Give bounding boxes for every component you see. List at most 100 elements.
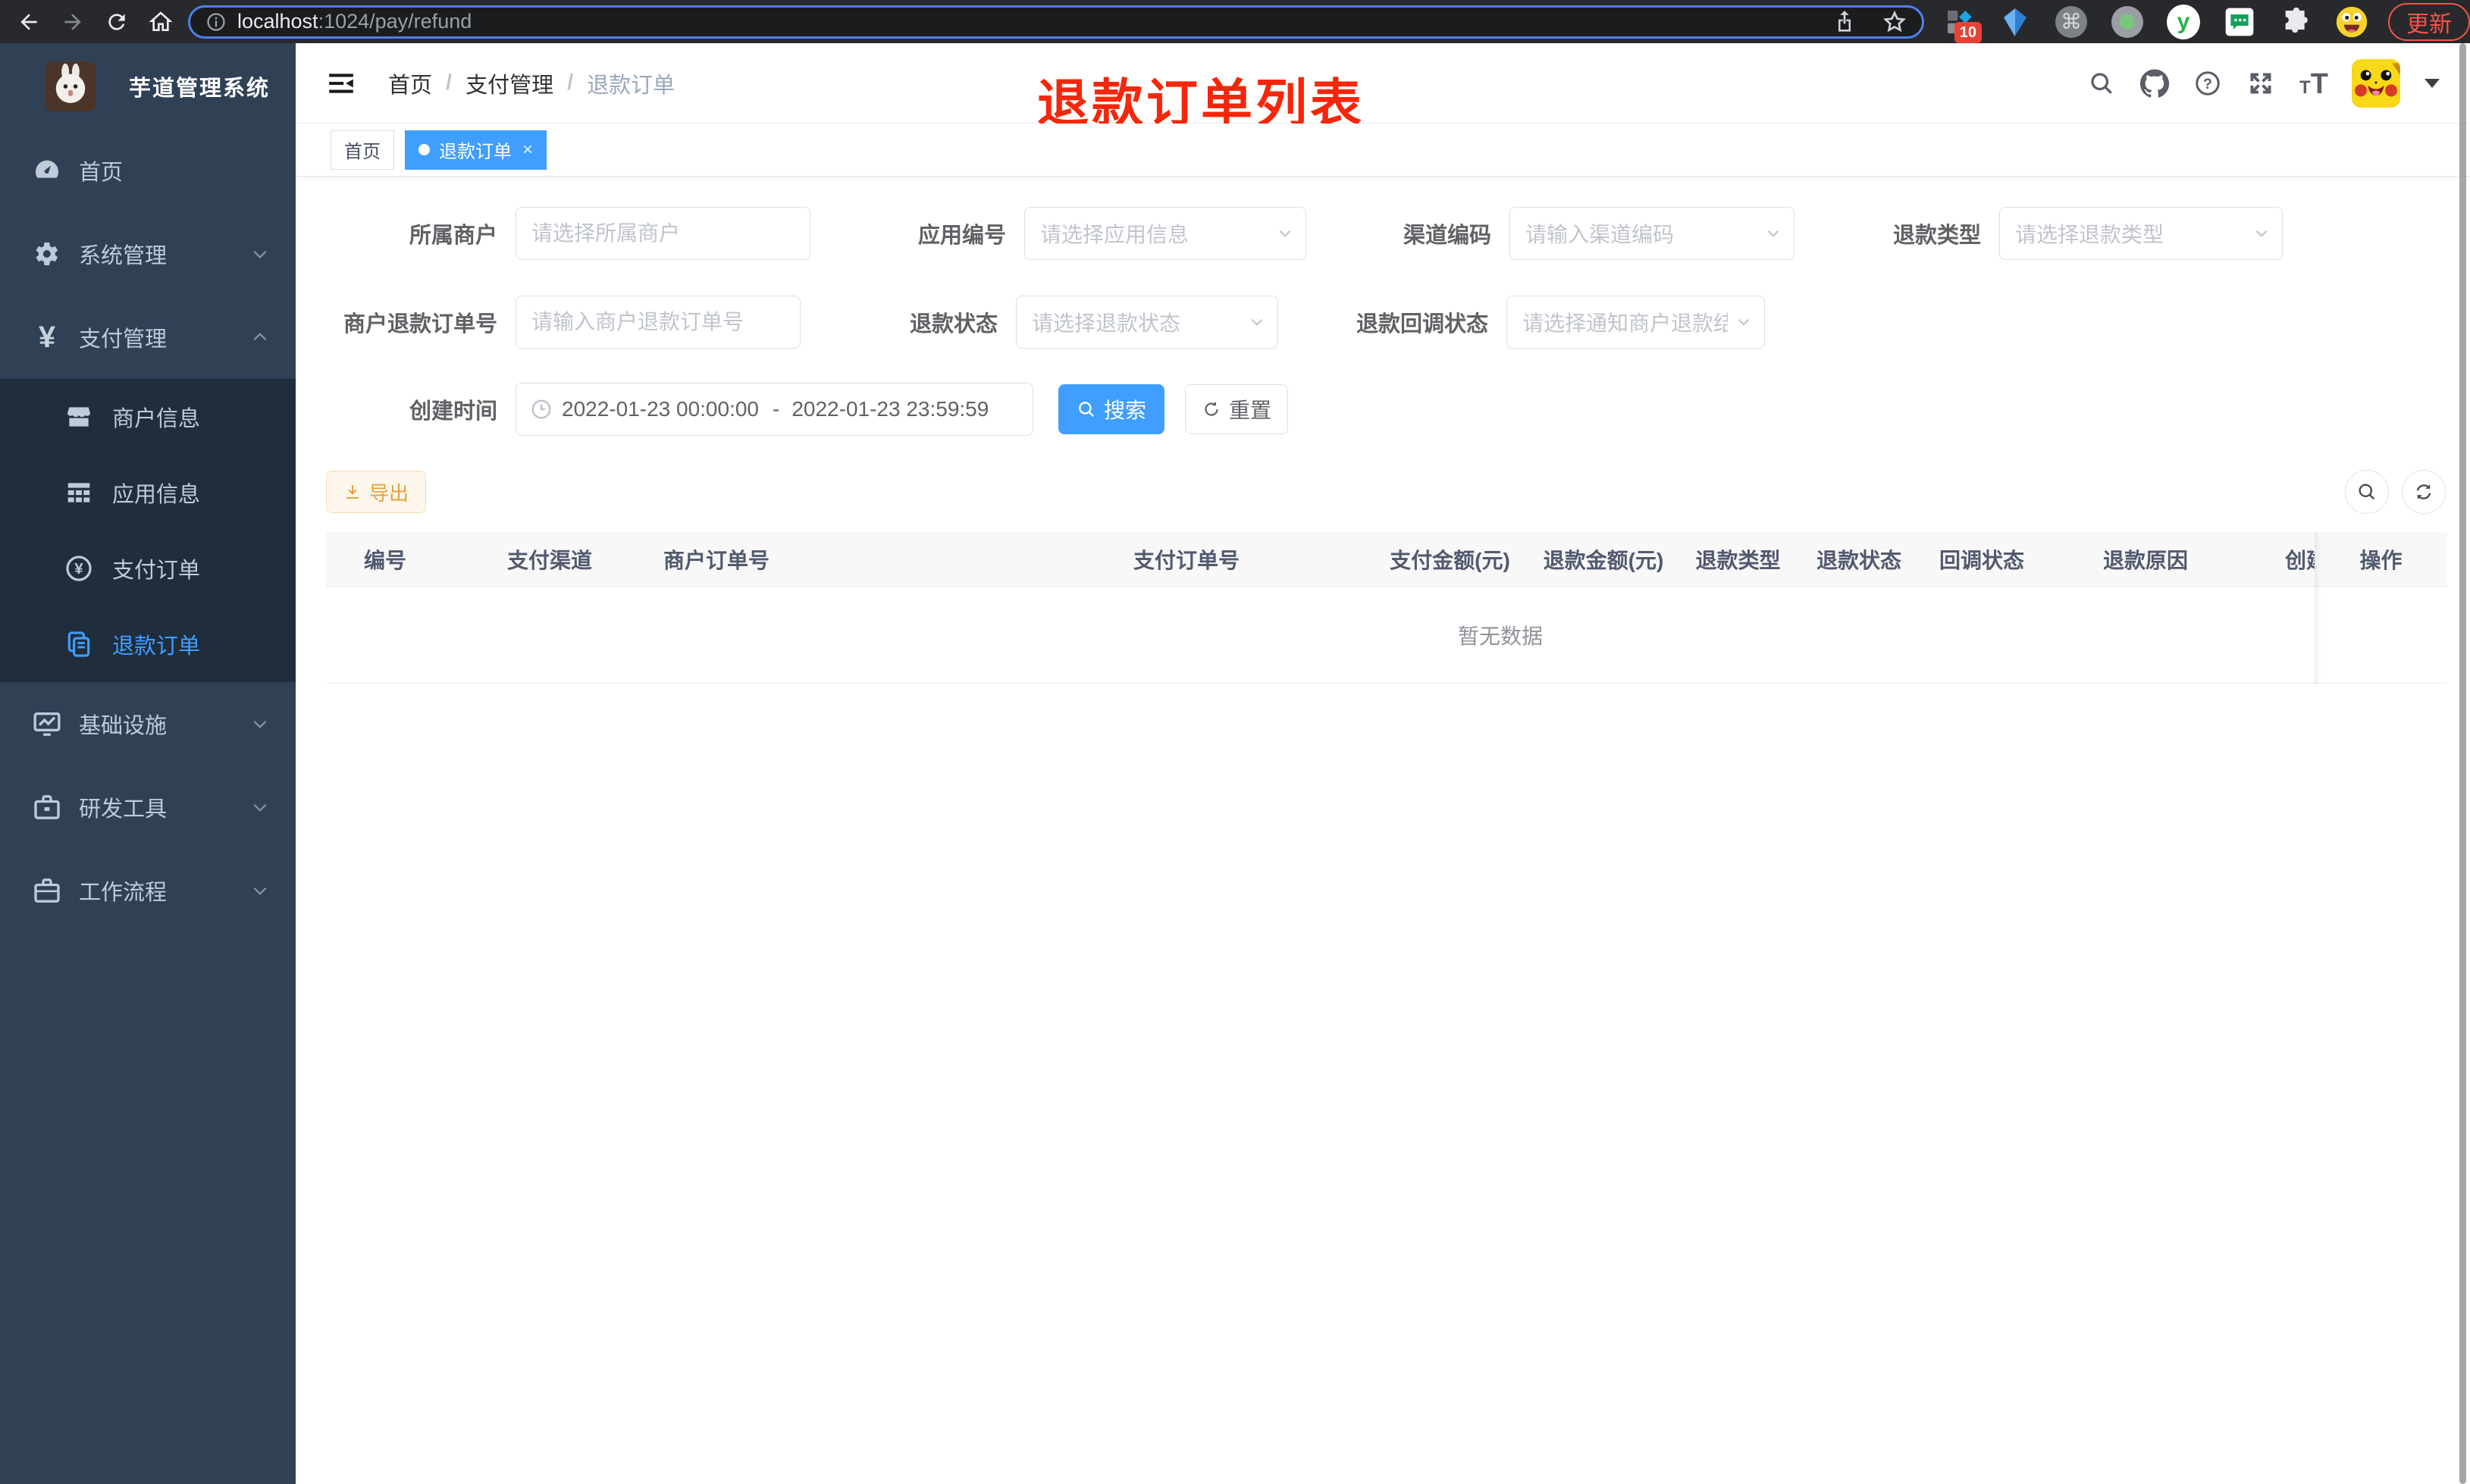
dashboard-icon: [30, 155, 64, 186]
extension-kite-icon[interactable]: [1998, 5, 2032, 39]
chevron-down-icon: [250, 797, 270, 817]
extension-blue-diamond-icon[interactable]: 10: [1942, 5, 1982, 43]
yen-icon: ¥: [38, 321, 56, 354]
sidebar-item-merchant-info[interactable]: 商户信息: [0, 379, 296, 455]
pay-order-icon: ¥: [64, 554, 94, 583]
col-pay-order-no: 支付订单号: [1133, 548, 1240, 572]
merchant-input[interactable]: [516, 207, 810, 260]
extension-green-dot-icon[interactable]: [2111, 5, 2144, 39]
export-button[interactable]: 导出: [326, 471, 427, 513]
extension-chat-icon[interactable]: [2223, 5, 2256, 39]
address-bar[interactable]: localhost:1024/pay/refund: [188, 5, 1924, 39]
merchant-refund-no-input[interactable]: [516, 296, 801, 349]
col-actions: 操作: [2315, 532, 2447, 586]
sidebar-item-refund-order[interactable]: 退款订单: [0, 606, 296, 682]
extension-emoji-icon[interactable]: [2335, 5, 2368, 39]
refund-status-select[interactable]: 请选择退款状态: [1016, 296, 1278, 349]
extension-puzzle-icon[interactable]: [2279, 5, 2312, 39]
extension-y-icon[interactable]: y: [2167, 4, 2200, 39]
table-header-row: 编号 支付渠道 商户订单号 支付订单号 支付金额(元) 退款金额(元) 退款类型…: [326, 532, 2447, 587]
sidebar-item-dev-tools[interactable]: 研发工具: [0, 765, 296, 849]
col-id: 编号: [364, 548, 407, 572]
github-icon[interactable]: [2139, 68, 2170, 99]
extension-command-icon[interactable]: ⌘: [2055, 5, 2088, 39]
logo-avatar: [45, 61, 96, 111]
sidebar-item-system[interactable]: 系统管理: [0, 212, 296, 296]
app-select[interactable]: 请选择应用信息: [1024, 207, 1306, 260]
date-end-value[interactable]: 2022-01-23 23:59:59: [791, 397, 990, 421]
filter-label-callback-status: 退款回调状态: [1356, 312, 1488, 337]
col-refund-reason: 退款原因: [2102, 548, 2188, 572]
show-search-toggle-button[interactable]: [2345, 470, 2389, 514]
tag-refund-order[interactable]: 退款订单 ×: [405, 130, 547, 170]
help-icon[interactable]: ?: [2193, 68, 2223, 99]
font-size-icon[interactable]: TT: [2299, 68, 2329, 100]
url-text[interactable]: localhost:1024/pay/refund: [237, 10, 472, 33]
app-title: 芋道管理系统: [129, 76, 271, 101]
refund-order-icon: [64, 630, 94, 659]
fullscreen-icon[interactable]: [2246, 68, 2276, 99]
tag-close-icon[interactable]: ×: [522, 139, 533, 161]
filter-label-refund-status: 退款状态: [909, 312, 998, 337]
reset-button[interactable]: 重置: [1185, 384, 1288, 434]
chevron-up-icon: [250, 327, 270, 347]
callback-status-select[interactable]: 请选择通知商户退款结果的: [1506, 296, 1765, 349]
search-button[interactable]: 搜索: [1058, 384, 1164, 434]
select-arrow-icon: [1763, 224, 1783, 243]
sidebar-item-home[interactable]: 首页: [0, 129, 296, 212]
chevron-down-icon: [250, 714, 270, 734]
avatar-caret-icon[interactable]: [2425, 78, 2440, 88]
sidebar-item-pay-order[interactable]: ¥ 支付订单: [0, 531, 296, 606]
channel-select[interactable]: 请输入渠道编码: [1509, 207, 1795, 260]
select-arrow-icon: [2252, 224, 2271, 243]
browser-toolbar: localhost:1024/pay/refund 10 ⌘ y 更新: [0, 0, 2470, 43]
sidebar-item-infra[interactable]: 基础设施: [0, 682, 296, 765]
refund-type-select[interactable]: 请选择退款类型: [1999, 207, 2283, 260]
reload-icon[interactable]: [100, 5, 133, 39]
date-range-picker[interactable]: 2022-01-23 00:00:00 - 2022-01-23 23:59:5…: [516, 383, 1033, 436]
filter-label-refund-type: 退款类型: [1892, 224, 1981, 248]
col-callback-status: 回调状态: [1939, 548, 2024, 572]
col-refund-type: 退款类型: [1695, 548, 1781, 572]
sidebar-item-pay[interactable]: ¥ 支付管理: [0, 296, 296, 379]
search-icon[interactable]: [2086, 68, 2117, 99]
filter-row-1: 所属商户 应用编号 请选择应用信息 渠道编码 请输入渠道编码 退款类型 请选择退…: [326, 207, 2470, 260]
url-host: localhost: [237, 10, 318, 33]
back-icon[interactable]: [12, 5, 45, 39]
monitor-chart-icon: [30, 709, 64, 739]
site-info-icon[interactable]: [205, 11, 227, 33]
refresh-table-button[interactable]: [2402, 470, 2446, 514]
extensions-area: 10 ⌘ y: [1942, 4, 2368, 43]
select-arrow-icon: [1247, 312, 1267, 332]
col-refund-amount: 退款金额(元): [1543, 548, 1664, 572]
date-start-value[interactable]: 2022-01-23 00:00:00: [562, 397, 760, 421]
forward-icon[interactable]: [56, 5, 89, 39]
share-icon[interactable]: [1834, 10, 1855, 34]
sidebar-item-workflow[interactable]: 工作流程: [0, 849, 296, 932]
bookmark-star-icon[interactable]: [1882, 10, 1907, 34]
toolbox-icon: [30, 792, 64, 822]
sidebar-logo[interactable]: 芋道管理系统: [0, 43, 296, 129]
col-create-time: 创建时间: [2285, 548, 2315, 572]
window-scrollbar[interactable]: [2459, 43, 2466, 1484]
filter-label-merchant-refund-no: 商户退款订单号: [343, 312, 497, 337]
user-avatar[interactable]: [2352, 58, 2400, 108]
breadcrumb: 首页 / 支付管理 / 退款订单: [388, 67, 675, 99]
breadcrumb-pay[interactable]: 支付管理: [465, 67, 553, 99]
col-merchant-order-no: 商户订单号: [663, 548, 770, 572]
home-icon[interactable]: [144, 5, 177, 39]
tag-active-dot: [418, 144, 430, 155]
tag-home[interactable]: 首页: [331, 130, 394, 170]
browser-update-button[interactable]: 更新: [2388, 2, 2470, 41]
svg-text:¥: ¥: [74, 560, 83, 578]
clock-icon: [530, 398, 553, 421]
grid-icon: [64, 478, 94, 507]
breadcrumb-home[interactable]: 首页: [388, 67, 432, 99]
sidebar-toggle-icon[interactable]: [326, 68, 356, 99]
chevron-down-icon: [250, 881, 270, 900]
chevron-down-icon: [250, 244, 270, 264]
sidebar-item-app-info[interactable]: 应用信息: [0, 455, 296, 531]
url-path: :1024/pay/refund: [318, 10, 472, 33]
filter-row-2: 商户退款订单号 退款状态 请选择退款状态 退款回调状态 请选择通知商户退款结果的: [326, 296, 2470, 349]
col-pay-amount: 支付金额(元): [1390, 548, 1510, 572]
